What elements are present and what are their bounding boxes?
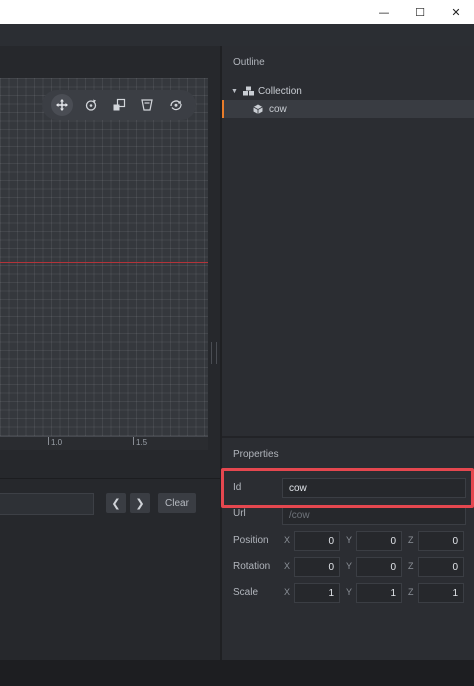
perspective-button[interactable]	[136, 94, 158, 116]
move-tool-icon	[56, 99, 69, 111]
game-object-icon	[253, 104, 263, 114]
next-button[interactable]: ❯	[130, 493, 150, 513]
ruler-tick	[133, 437, 134, 445]
close-icon: ✕	[451, 5, 461, 19]
tree-item-label: Collection	[257, 85, 302, 97]
minimize-button[interactable]: —	[366, 0, 402, 24]
ruler-tick	[48, 437, 49, 445]
url-field[interactable]: /cow	[282, 505, 466, 525]
axis-y-label: Y	[346, 535, 353, 545]
rotation-z-field[interactable]: 0	[418, 557, 464, 577]
scale-z-field[interactable]: 1	[418, 583, 464, 603]
scale-y-field[interactable]: 1	[356, 583, 402, 603]
scale-label: Scale	[233, 587, 259, 598]
rotate-tool-button[interactable]	[80, 94, 102, 116]
axis-z-label: Z	[408, 587, 414, 597]
camera-icon	[170, 100, 182, 111]
scale-tool-icon	[113, 98, 126, 111]
close-button[interactable]: ✕	[438, 0, 474, 24]
title-bar: — ☐ ✕	[0, 0, 474, 24]
minimize-icon: —	[378, 5, 390, 19]
outline-panel: Outline ▼ Collection cow	[222, 46, 474, 436]
camera-button[interactable]	[165, 94, 187, 116]
rotate-tool-icon	[85, 99, 96, 111]
position-z-field[interactable]: 0	[418, 531, 464, 551]
tree-item-collection[interactable]: ▼ Collection	[222, 82, 474, 100]
chevron-left-icon: ❮	[111, 496, 121, 510]
move-tool-button[interactable]	[51, 94, 74, 116]
properties-title: Properties	[233, 449, 279, 460]
previous-button[interactable]: ❮	[106, 493, 126, 513]
scene-viewport[interactable]	[0, 78, 208, 436]
position-label: Position	[233, 535, 269, 546]
tree-item-cow[interactable]: cow	[222, 100, 474, 118]
console-toolbar: ❮ ❯ Clear	[0, 478, 220, 528]
scale-tool-button[interactable]	[108, 94, 130, 116]
ruler-label: 1.0	[51, 438, 63, 447]
timeline-ruler: 1.0 1.5	[0, 436, 208, 450]
tree-item-label: cow	[269, 103, 287, 115]
expand-arrow-icon[interactable]: ▼	[231, 88, 238, 95]
viewport-toolbar	[42, 90, 196, 120]
axis-y-label: Y	[346, 561, 353, 571]
panel-splitter-handle[interactable]	[211, 342, 217, 364]
chevron-right-icon: ❯	[135, 496, 145, 510]
axis-y-label: Y	[346, 587, 353, 597]
outline-title: Outline	[233, 57, 265, 68]
collection-icon	[242, 86, 254, 96]
url-label: Url	[233, 508, 246, 519]
axis-z-label: Z	[408, 535, 414, 545]
console-search-input[interactable]	[0, 493, 94, 515]
status-bar	[0, 660, 474, 686]
rotation-x-field[interactable]: 0	[294, 557, 340, 577]
rotation-label: Rotation	[233, 561, 271, 572]
maximize-icon: ☐	[415, 5, 425, 19]
position-y-field[interactable]: 0	[356, 531, 402, 551]
axis-x-label: X	[284, 535, 291, 545]
position-x-field[interactable]: 0	[294, 531, 340, 551]
x-axis-line	[0, 262, 208, 263]
clear-button[interactable]: Clear	[158, 493, 196, 513]
maximize-button[interactable]: ☐	[402, 0, 438, 24]
axis-x-label: X	[284, 587, 291, 597]
perspective-icon	[141, 99, 154, 111]
id-field-highlight	[221, 468, 474, 508]
axis-z-label: Z	[408, 561, 414, 571]
tab-strip	[0, 24, 474, 46]
scale-x-field[interactable]: 1	[294, 583, 340, 603]
rotation-y-field[interactable]: 0	[356, 557, 402, 577]
axis-x-label: X	[284, 561, 291, 571]
ruler-label: 1.5	[136, 438, 148, 447]
